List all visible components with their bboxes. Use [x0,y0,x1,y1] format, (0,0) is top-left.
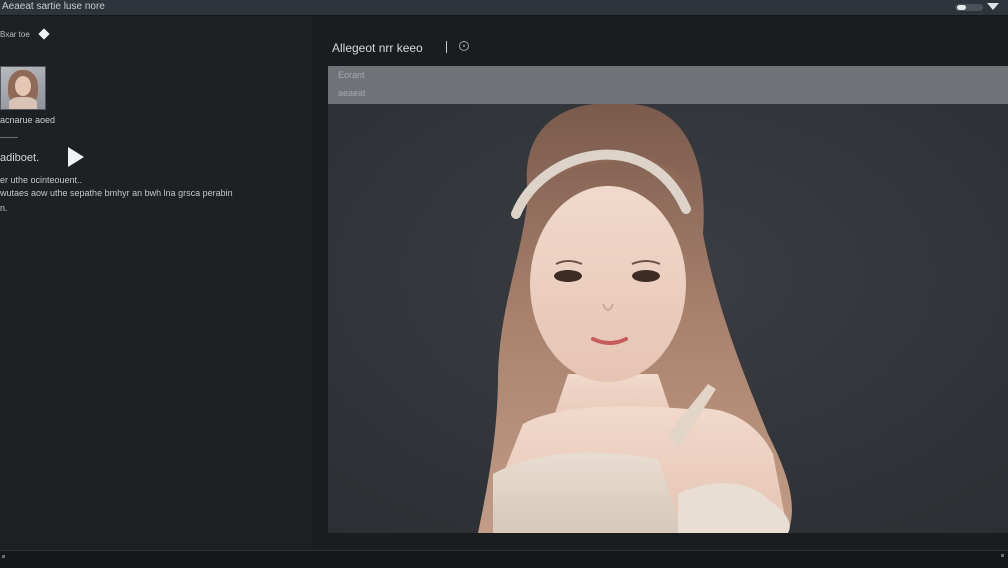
thumbnail-face [15,76,31,96]
portrait-face [530,186,686,382]
toggle-icon[interactable] [955,4,983,11]
viewer-header: Eorant aeaeat [328,66,1008,104]
status-bar [0,550,1008,568]
divider [0,137,18,138]
scroll-end-marker [1001,554,1004,557]
diamond-icon[interactable] [38,28,50,40]
portrait-image [328,104,1008,533]
portrait-dress [493,452,683,533]
window-titlebar: Aeaeat sartie luse nore [0,0,1008,16]
thumbnail-body [9,97,37,109]
title-divider [446,41,447,53]
portrait-thumbnail[interactable] [0,66,46,110]
settings-icon[interactable] [459,41,469,51]
sidebar-header-label: Bxar toe [0,30,30,39]
portrait-right-eye [632,270,660,282]
thumbnail-caption: acnarue aoed [0,115,56,125]
viewer-label: aeaeat [338,88,366,98]
section-title: adiboet. [0,152,40,164]
play-icon[interactable] [68,147,84,167]
description-line: er uthe ocinteouent.. [0,175,83,185]
portrait-left-eye [554,270,582,282]
image-viewer[interactable]: Eorant aeaeat [328,66,1008,533]
description-line: n. [0,203,8,213]
sidebar: Bxar toe acnarue aoed adiboet. er uthe o… [0,16,312,550]
description-line: wutaes aow uthe sepathe bmhyr an bwh lna… [0,188,233,198]
dropdown-arrow-icon[interactable] [987,3,999,10]
main-title: Allegeot nrr keeo [332,41,423,55]
window-title: Aeaeat sartie luse nore [2,1,105,12]
scroll-handle[interactable] [2,555,5,558]
viewer-label: Eorant [338,70,365,80]
